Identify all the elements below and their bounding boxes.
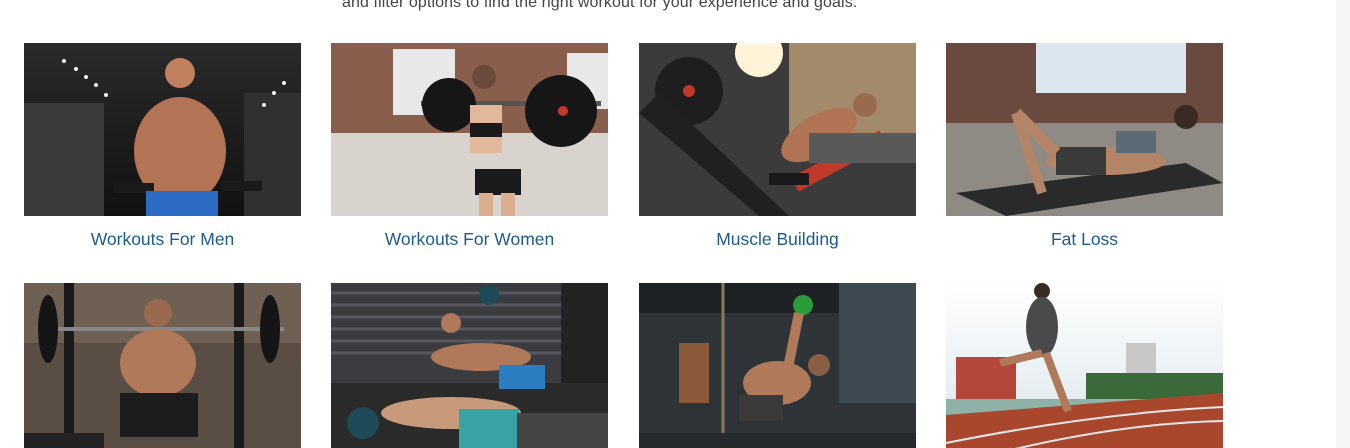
kettlebell-photo [639, 283, 916, 448]
squat-photo [24, 283, 301, 448]
medicine-ball-photo [331, 283, 608, 448]
running-photo [946, 283, 1223, 448]
category-card-muscle-building: Muscle Building [639, 43, 916, 250]
fat-loss-photo [946, 43, 1223, 216]
men-workout-photo [24, 43, 301, 216]
category-link-muscle-building[interactable]: Muscle Building [639, 229, 916, 250]
category-image-muscle-building[interactable] [639, 43, 916, 216]
category-link-fat-loss[interactable]: Fat Loss [946, 229, 1223, 250]
category-image-women[interactable] [331, 43, 608, 216]
women-workout-photo [331, 43, 608, 216]
page-scroll-gutter [1336, 0, 1350, 448]
category-image-kettlebell[interactable] [639, 283, 916, 448]
muscle-building-photo [639, 43, 916, 216]
category-image-running[interactable] [946, 283, 1223, 448]
intro-text: and filter options to find the right wor… [342, 0, 858, 11]
category-link-women[interactable]: Workouts For Women [331, 229, 608, 250]
category-image-men[interactable] [24, 43, 301, 216]
category-link-men[interactable]: Workouts For Men [24, 229, 301, 250]
category-card-6 [331, 283, 608, 448]
category-image-fat-loss[interactable] [946, 43, 1223, 216]
category-card-5 [24, 283, 301, 448]
category-card-8 [946, 283, 1223, 448]
category-card-7 [639, 283, 916, 448]
category-card-women: Workouts For Women [331, 43, 608, 250]
category-image-medicine-ball[interactable] [331, 283, 608, 448]
category-card-fat-loss: Fat Loss [946, 43, 1223, 250]
category-card-men: Workouts For Men [24, 43, 301, 250]
category-image-squat[interactable] [24, 283, 301, 448]
